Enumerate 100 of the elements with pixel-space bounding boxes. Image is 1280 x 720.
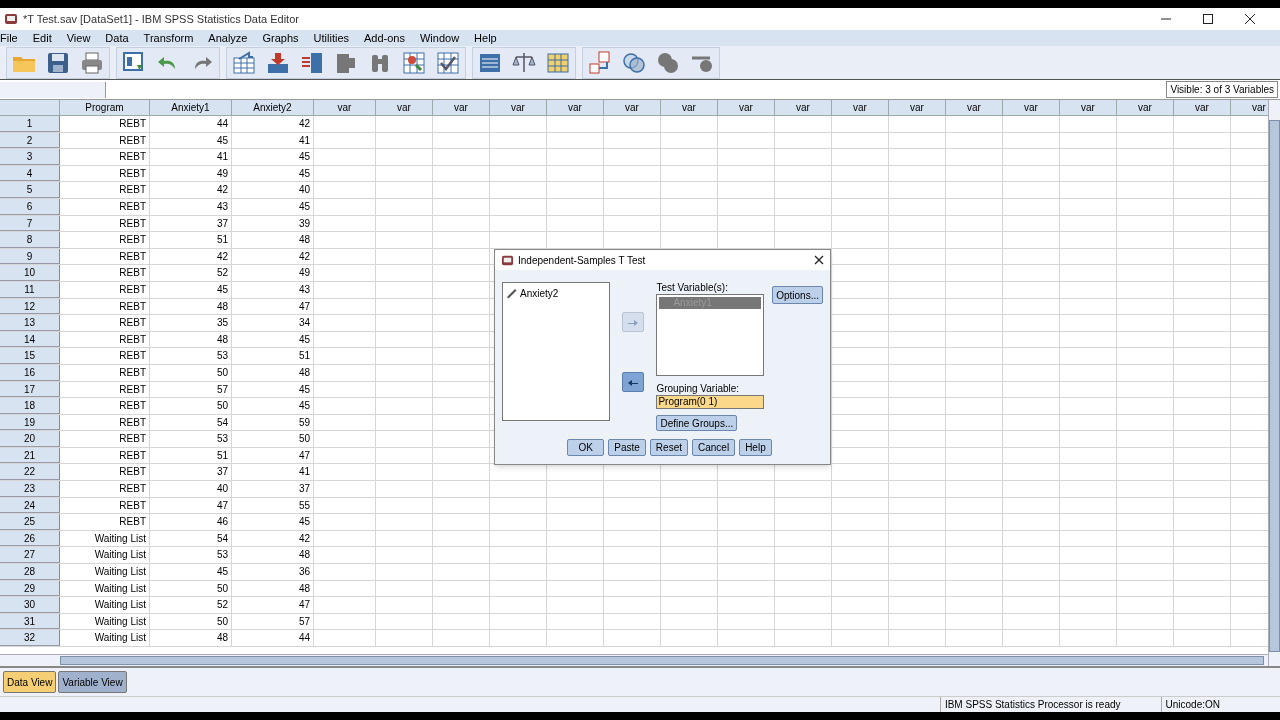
dialog-button[interactable]: Paste: [608, 439, 646, 456]
menu-item[interactable]: Window: [420, 29, 460, 47]
table-cell: 53: [150, 547, 232, 564]
table-cell: 44: [232, 630, 314, 646]
table-cell: 36: [232, 564, 314, 580]
table-cell: 51: [232, 348, 314, 364]
table-cell: 40: [232, 182, 314, 198]
row-number[interactable]: 5: [0, 182, 60, 198]
value-labels-icon[interactable]: [587, 49, 613, 76]
table-cell: 45: [232, 514, 314, 530]
table-cell: REBT: [60, 265, 150, 281]
cell-reference-field[interactable]: [0, 81, 106, 98]
table-cell: 42: [232, 116, 314, 132]
row-number[interactable]: 30: [0, 597, 60, 613]
row-number[interactable]: 13: [0, 315, 60, 331]
dialog-button[interactable]: Cancel: [692, 439, 736, 456]
dialog-button[interactable]: Reset: [649, 439, 688, 456]
table-cell: 52: [150, 597, 232, 613]
define-groups-button[interactable]: Define Groups...: [656, 415, 738, 431]
source-variable-list[interactable]: Anxiety2: [502, 282, 611, 421]
row-number[interactable]: 27: [0, 547, 60, 564]
table-cell: 45: [150, 132, 232, 149]
menu-item[interactable]: Edit: [32, 29, 52, 47]
table-cell: 37: [232, 481, 314, 497]
grid-arrow-icon[interactable]: [231, 49, 257, 76]
table-cell: 47: [150, 497, 232, 514]
table-cell: 42: [232, 530, 314, 547]
table-cell: 50: [232, 431, 314, 447]
row-number[interactable]: 28: [0, 564, 60, 580]
vertical-scrollbar[interactable]: [1268, 100, 1280, 666]
table-cell: 47: [232, 298, 314, 315]
table-cell: REBT: [60, 464, 150, 481]
table-cell: REBT: [60, 514, 150, 530]
row-number[interactable]: 15: [0, 348, 60, 364]
table-cell: 41: [232, 464, 314, 481]
table-cell: REBT: [60, 497, 150, 514]
menu-item[interactable]: Analyze: [208, 29, 248, 47]
app-icon: [501, 253, 514, 267]
horizontal-scrollbar[interactable]: [60, 656, 1264, 665]
row-number[interactable]: 25: [0, 514, 60, 530]
table-cell: 48: [150, 298, 232, 315]
dialog-button[interactable]: OK: [567, 439, 605, 456]
grouping-variable-field[interactable]: Program(0 1): [656, 395, 765, 409]
grid-check-icon[interactable]: [435, 49, 461, 76]
row-number[interactable]: 18: [0, 398, 60, 414]
row-number[interactable]: 10: [0, 265, 60, 281]
table-cell: 55: [232, 497, 314, 514]
table-cell: REBT: [60, 315, 150, 331]
table-cell: 45: [232, 198, 314, 215]
table-cell: REBT: [60, 431, 150, 447]
table-cell: 45: [232, 381, 314, 398]
row-number[interactable]: 32: [0, 630, 60, 646]
menu-item[interactable]: Data: [105, 29, 129, 47]
table-cell: 43: [150, 198, 232, 215]
table-cell: 45: [150, 281, 232, 298]
table-cell: 49: [150, 165, 232, 182]
options-button[interactable]: Options...: [772, 286, 823, 304]
grid-star-icon[interactable]: [401, 49, 427, 76]
table-cell: 45: [232, 149, 314, 165]
table-cell: REBT: [60, 116, 150, 132]
table-cell: 47: [232, 597, 314, 613]
move-button[interactable]: [622, 372, 645, 392]
table-cell: 48: [232, 232, 314, 248]
table-cell: 42: [150, 248, 232, 265]
table-cell: 50: [150, 398, 232, 414]
table-cell: Waiting List: [60, 630, 150, 646]
table-cell: REBT: [60, 215, 150, 232]
menu-item[interactable]: File: [0, 29, 18, 47]
row-number[interactable]: 1: [0, 116, 60, 132]
table-cell: 43: [232, 281, 314, 298]
variable-item[interactable]: Anxiety2: [520, 286, 559, 301]
print-icon[interactable]: [79, 49, 105, 76]
table-cell: Waiting List: [60, 597, 150, 613]
grouping-variable-label: Grouping Variable:: [656, 383, 741, 395]
menu-item[interactable]: Graphs: [262, 29, 299, 47]
menu-item[interactable]: Add-ons: [364, 29, 405, 47]
row-number[interactable]: 3: [0, 149, 60, 165]
menu-item[interactable]: View: [66, 29, 91, 47]
dialog-button[interactable]: Help: [739, 439, 772, 456]
close-icon[interactable]: [1244, 13, 1256, 25]
table-cell: REBT: [60, 381, 150, 398]
row-number[interactable]: 23: [0, 481, 60, 497]
table-cell: Waiting List: [60, 613, 150, 630]
view-tab[interactable]: Variable View: [58, 671, 127, 693]
menu-item[interactable]: Utilities: [313, 29, 349, 47]
view-tab[interactable]: Data View: [3, 671, 57, 693]
row-number[interactable]: 22: [0, 464, 60, 481]
close-icon[interactable]: [814, 255, 824, 265]
app-icon: [4, 12, 18, 26]
table-cell: 39: [232, 215, 314, 232]
table-cell: 50: [150, 580, 232, 597]
table-cell: 49: [232, 265, 314, 281]
maximize-icon[interactable]: [1202, 13, 1214, 25]
row-number[interactable]: 8: [0, 232, 60, 248]
menu-item[interactable]: Help: [474, 29, 497, 47]
menu-item[interactable]: Transform: [143, 29, 194, 47]
table-cell: 57: [232, 613, 314, 630]
table-cell: REBT: [60, 232, 150, 248]
row-number[interactable]: 20: [0, 431, 60, 447]
table-cell: 44: [150, 116, 232, 132]
